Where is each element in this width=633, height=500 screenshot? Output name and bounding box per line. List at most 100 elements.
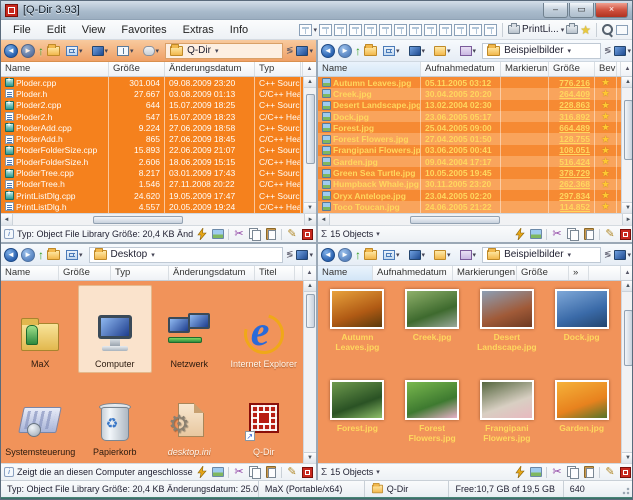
- vertical-scrollbar[interactable]: ▲▼: [303, 281, 316, 463]
- thumbnail-item[interactable]: Autumn Leaves.jpg: [320, 289, 395, 380]
- scrollbar-thumb[interactable]: [624, 100, 633, 160]
- table-row[interactable]: Ploder.h27.66703.08.2009 01:13C/C++ Head…: [1, 88, 303, 99]
- scroll-top-icon[interactable]: ▲: [620, 62, 633, 76]
- display-dropdown[interactable]: ▾: [406, 248, 429, 262]
- menu-item-extras[interactable]: Extras: [175, 22, 222, 38]
- run-icon[interactable]: [514, 466, 526, 478]
- column-header-aufnahmedatum[interactable]: Aufnahmedatum: [421, 62, 501, 76]
- up-icon[interactable]: ↑: [38, 249, 44, 261]
- pane-select-button[interactable]: ▾: [614, 250, 631, 260]
- layout-10-icon[interactable]: [454, 24, 467, 36]
- apps-dropdown[interactable]: ▾: [457, 44, 480, 58]
- close-button[interactable]: ×: [595, 3, 628, 18]
- rename-icon[interactable]: ✎: [286, 228, 298, 240]
- favorites-star-icon[interactable]: ★: [580, 23, 591, 37]
- table-row[interactable]: Dock.jpg23.06.2005 05:17316.892★: [318, 111, 621, 122]
- table-row[interactable]: PloderFolderSize.cpp15.89322.06.2009 21:…: [1, 145, 303, 156]
- copy-icon[interactable]: [567, 228, 579, 240]
- menu-item-view[interactable]: View: [74, 22, 114, 38]
- scroll-up-icon[interactable]: ▲: [622, 77, 633, 88]
- forward-icon[interactable]: ►: [21, 44, 35, 58]
- table-row[interactable]: Ploder2.h54715.07.2009 18:23C/C++ Header: [1, 111, 303, 122]
- view-grid-dropdown[interactable]: ▾: [380, 248, 403, 262]
- desktop-icon-computer[interactable]: Computer: [78, 285, 153, 373]
- table-row[interactable]: Ploder2.cpp64415.07.2009 18:25C++ Source: [1, 100, 303, 111]
- thumbnail-item[interactable]: Frangipani Flowers.jpg: [470, 380, 545, 463]
- layout-11-icon[interactable]: [469, 24, 482, 36]
- up-icon[interactable]: ↑: [38, 45, 44, 57]
- column-header-nderungsdatum[interactable]: Änderungsdatum: [169, 266, 255, 280]
- table-row[interactable]: Frangipani Flowers.jpg03.06.2005 00:4110…: [318, 145, 621, 156]
- scrollbar-thumb[interactable]: [306, 294, 315, 328]
- vertical-scrollbar[interactable]: ▲▼: [621, 77, 633, 213]
- table-row[interactable]: Forest.jpg25.04.2005 09:00664.489★: [318, 122, 621, 133]
- menu-item-info[interactable]: Info: [222, 22, 256, 38]
- cut-icon[interactable]: ✂: [233, 228, 245, 240]
- thumbnail-item[interactable]: Creek.jpg: [395, 289, 470, 380]
- pane-select-button[interactable]: ▾: [614, 46, 631, 56]
- layout-2-icon[interactable]: [334, 24, 347, 36]
- copy-icon[interactable]: [249, 228, 261, 240]
- horizontal-scrollbar[interactable]: ◄►: [1, 213, 316, 225]
- scroll-top-icon[interactable]: ▲: [620, 266, 633, 280]
- scroll-right-icon[interactable]: ►: [622, 214, 633, 225]
- app-logo-icon[interactable]: [5, 4, 18, 17]
- scroll-down-icon[interactable]: ▼: [304, 202, 316, 213]
- column-header-markierungen[interactable]: Markierungen: [453, 266, 517, 280]
- splitter-toggle-icon[interactable]: ≶: [604, 45, 612, 56]
- scroll-down-icon[interactable]: ▼: [622, 202, 633, 213]
- thumbnail-item[interactable]: Dock.jpg: [544, 289, 619, 380]
- cut-icon[interactable]: ✂: [551, 228, 563, 240]
- table-row[interactable]: Green Sea Turtle.jpg10.05.2005 19:45378.…: [318, 167, 621, 178]
- desktop-icon-recycle-bin[interactable]: ♻Papierkorb: [78, 373, 153, 461]
- scroll-top-icon[interactable]: ▲: [302, 62, 316, 76]
- column-header-titel[interactable]: Titel: [255, 266, 295, 280]
- layout-quad-icon[interactable]: [299, 24, 312, 36]
- pane-select-button[interactable]: ▾: [296, 250, 313, 260]
- new-folder-icon[interactable]: [47, 250, 60, 260]
- run-icon[interactable]: [514, 228, 526, 240]
- column-header-gre[interactable]: Größe: [109, 62, 165, 76]
- bottom-left-address[interactable]: Desktop▾: [89, 247, 283, 263]
- qdir-logo-icon[interactable]: [620, 467, 631, 478]
- paste-icon[interactable]: [265, 466, 277, 478]
- back-icon[interactable]: ◄: [321, 248, 335, 262]
- forward-icon[interactable]: ►: [21, 248, 35, 262]
- cut-icon[interactable]: ✂: [233, 466, 245, 478]
- layout-1-icon[interactable]: [319, 24, 332, 36]
- maximize-button[interactable]: ▭: [569, 3, 594, 18]
- horizontal-scrollbar[interactable]: ◄►: [318, 213, 633, 225]
- column-header-name[interactable]: Name: [1, 266, 59, 280]
- column-header-nderungsdatum[interactable]: Änderungsdatum: [165, 62, 255, 76]
- scroll-left-icon[interactable]: ◄: [318, 214, 330, 225]
- rename-icon[interactable]: ✎: [604, 228, 616, 240]
- desktop-icon-qdir-shortcut[interactable]: ↗Q-Dir: [227, 373, 302, 461]
- wallpaper-icon[interactable]: [212, 229, 224, 239]
- menu-item-file[interactable]: File: [5, 22, 39, 38]
- back-icon[interactable]: ◄: [321, 44, 335, 58]
- paste-icon[interactable]: [583, 228, 595, 240]
- wallpaper-icon[interactable]: [212, 467, 224, 477]
- column-header-[interactable]: »: [569, 266, 589, 280]
- display-dropdown[interactable]: ▾: [89, 44, 112, 58]
- scroll-top-icon[interactable]: ▲: [302, 266, 316, 280]
- table-row[interactable]: PloderAdd.h86527.06.2009 18:45C/C++ Head…: [1, 133, 303, 144]
- column-header-typ[interactable]: Typ: [111, 266, 169, 280]
- column-header-name[interactable]: Name: [1, 62, 109, 76]
- layout-6-icon[interactable]: [394, 24, 407, 36]
- scrollbar-thumb[interactable]: [410, 216, 500, 224]
- scroll-up-icon[interactable]: ▲: [304, 281, 316, 292]
- search-icon[interactable]: [602, 24, 614, 36]
- paste-icon[interactable]: [583, 466, 595, 478]
- rename-icon[interactable]: ✎: [604, 466, 616, 478]
- layout-7-icon[interactable]: [409, 24, 422, 36]
- window-layout-icon[interactable]: [616, 25, 628, 35]
- copy-icon[interactable]: [567, 466, 579, 478]
- chevron-down-icon[interactable]: ▾: [376, 468, 380, 476]
- scrollbar-thumb[interactable]: [306, 94, 315, 164]
- thumbnail-item[interactable]: Forest.jpg: [320, 380, 395, 463]
- menu-item-favorites[interactable]: Favorites: [113, 22, 174, 38]
- menu-item-edit[interactable]: Edit: [39, 22, 74, 38]
- layout-4-icon[interactable]: [364, 24, 377, 36]
- table-row[interactable]: Desert Landscape.jpg13.02.2004 02:30228.…: [318, 100, 621, 111]
